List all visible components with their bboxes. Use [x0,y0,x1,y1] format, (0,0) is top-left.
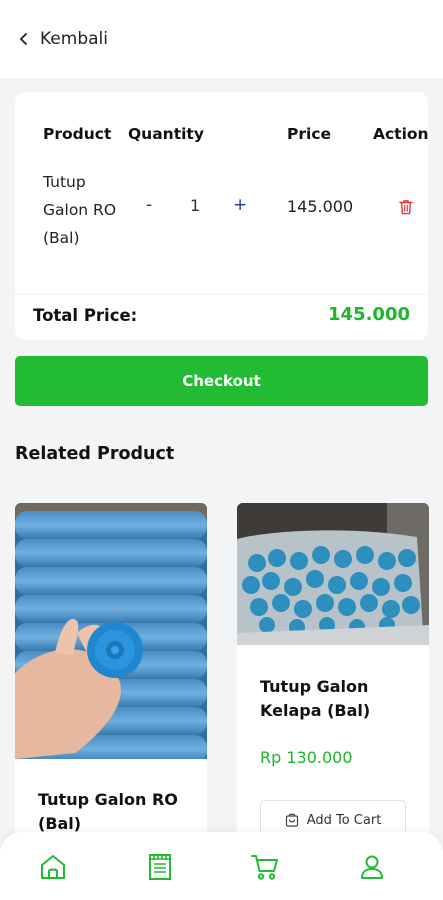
orders-icon [149,854,171,880]
product-name[interactable]: Tutup Galon Kelapa (Bal) [260,675,420,723]
related-product-card[interactable]: Tutup Galon RO (Bal) [15,503,207,843]
column-header-action: Action [373,125,428,143]
product-image [15,503,207,759]
home-icon [41,855,65,879]
related-products-title: Related Product [15,444,175,464]
quantity-increase-button[interactable]: + [233,195,247,215]
nav-cart[interactable] [250,852,280,882]
cart-item-price: 145.000 [287,197,354,216]
quantity-decrease-button[interactable]: - [146,195,152,215]
trash-icon[interactable] [399,199,413,215]
back-label: Kembali [40,29,108,49]
nav-orders[interactable] [145,852,175,882]
add-to-cart-label: Add To Cart [306,812,382,828]
back-button[interactable]: Kembali [18,29,108,49]
column-header-price: Price [287,125,332,143]
product-price: Rp 130.000 [260,748,353,767]
product-name[interactable]: Tutup Galon RO (Bal) [38,788,198,836]
nav-profile[interactable] [357,852,387,882]
cart-add-icon [285,813,298,827]
cart-card: Product Quantity Price Action Tutup Galo… [15,92,428,340]
header: Kembali [0,0,443,78]
bottom-navigation [0,832,443,900]
product-image [237,503,429,645]
quantity-value: 1 [190,196,201,215]
total-price-label: Total Price: [33,306,138,325]
chevron-left-icon [20,33,27,45]
user-icon [361,855,383,879]
cart-icon [251,855,278,880]
total-price-value: 145.000 [328,304,410,325]
column-header-quantity: Quantity [128,125,204,143]
nav-home[interactable] [38,852,68,882]
related-product-card[interactable]: Tutup Galon Kelapa (Bal) Rp 130.000 Add … [237,503,429,843]
cart-table: Product Quantity Price Action Tutup Galo… [15,92,428,294]
checkout-button[interactable]: Checkout [15,356,428,406]
cart-item-name: Tutup Galon RO (Bal) [43,173,117,247]
column-header-product: Product [43,125,112,143]
divider [15,294,428,295]
